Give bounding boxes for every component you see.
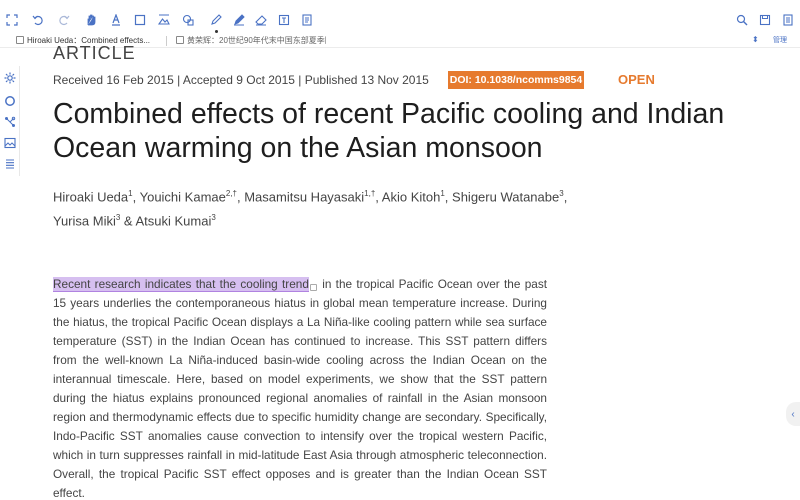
more-icon[interactable] — [780, 12, 796, 28]
expand-icon[interactable] — [4, 12, 20, 28]
chevron-left-icon: ‹ — [791, 408, 795, 420]
author-name: Youichi Kamae — [139, 189, 226, 205]
shapes-icon[interactable] — [180, 12, 196, 28]
author-name: Shigeru Watanabe — [452, 189, 560, 205]
image-icon[interactable] — [4, 137, 16, 149]
undo-icon[interactable] — [30, 12, 46, 28]
author-name: Akio Kitoh — [381, 189, 441, 205]
author-name: Hiroaki Ueda — [53, 189, 129, 205]
author-affiliation: 3 — [559, 189, 564, 198]
side-panel-toggle[interactable]: ‹ — [786, 402, 800, 426]
sort-updown-icon[interactable]: ⬍ — [752, 35, 759, 44]
hand-icon[interactable] — [83, 12, 99, 28]
author-affiliation: 3 — [211, 213, 216, 223]
rect-select-icon[interactable] — [132, 12, 148, 28]
author-list: Hiroaki Ueda1, Youichi Kamae2,†, Masamit… — [53, 189, 568, 229]
circle-icon[interactable] — [4, 95, 16, 107]
annotation-note-icon[interactable] — [309, 284, 317, 291]
document-icon — [16, 36, 24, 44]
abstract-text: in the tropical Pacific Ocean over the p… — [53, 277, 547, 500]
redo-icon[interactable] — [56, 12, 72, 28]
tab-label: 黄荣辉：20世纪90年代末中国东部夏季降... — [187, 36, 326, 45]
note-icon[interactable] — [299, 12, 315, 28]
tab-separator — [166, 36, 167, 46]
text-select-icon[interactable] — [108, 12, 124, 28]
search-icon[interactable] — [734, 12, 750, 28]
highlighter-icon[interactable] — [231, 12, 247, 28]
author-affiliation: 1 — [440, 189, 445, 198]
author-affiliation: 1,† — [364, 189, 376, 198]
document-icon — [176, 36, 184, 44]
image-icon[interactable] — [156, 12, 172, 28]
gear-icon[interactable] — [4, 72, 16, 84]
publication-dates: Received 16 Feb 2015 | Accepted 9 Oct 20… — [53, 73, 429, 87]
author-affiliation: 2,† — [225, 189, 237, 198]
author-affiliation: 1 — [128, 189, 133, 198]
author-name: Atsuki Kumai — [135, 213, 212, 229]
pen-icon[interactable] — [208, 12, 224, 28]
manage-button[interactable]: 管理 — [773, 35, 787, 47]
paper-title: Combined effects of recent Pacific cooli… — [53, 98, 725, 164]
left-toolbar — [0, 66, 20, 176]
author-name: Masamitsu Hayasaki — [244, 189, 365, 205]
abstract: Recent research indicates that the cooli… — [53, 275, 547, 500]
eraser-icon[interactable] — [253, 12, 269, 28]
open-access-label: OPEN — [618, 72, 655, 87]
highlighted-text[interactable]: Recent research indicates that the cooli… — [53, 277, 309, 292]
save-icon[interactable] — [757, 12, 773, 28]
tab-document-2[interactable]: 黄荣辉：20世纪90年代末中国东部夏季降... — [176, 35, 326, 47]
doi-badge[interactable]: DOI: 10.1038/ncomms9854 — [448, 71, 584, 89]
author-name: Yurisa Miki — [53, 213, 116, 229]
mindmap-icon[interactable] — [4, 116, 16, 128]
list-icon[interactable] — [4, 158, 16, 170]
author-affiliation: 3 — [115, 213, 121, 223]
pen-color-dot — [215, 30, 218, 33]
top-toolbar — [0, 8, 800, 34]
textbox-icon[interactable] — [276, 12, 292, 28]
section-label: ARTICLE — [53, 43, 136, 62]
